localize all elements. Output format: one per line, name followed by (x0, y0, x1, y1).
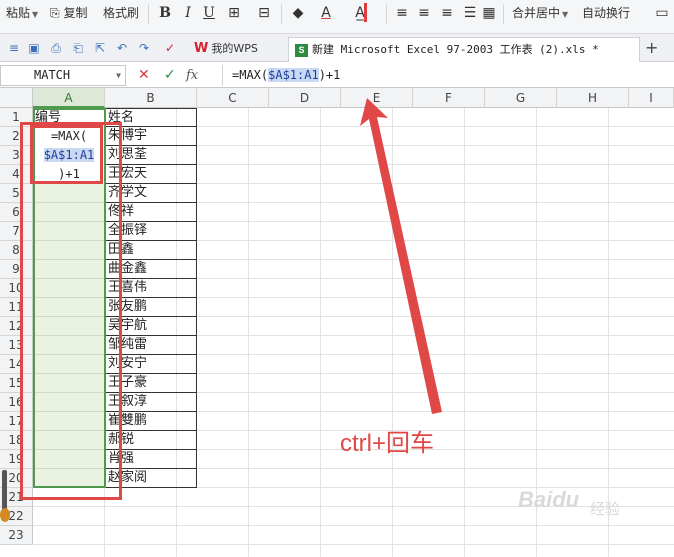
bold-button[interactable]: B (155, 3, 175, 23)
insert-function-button[interactable]: fx (186, 66, 198, 85)
align-bottom-icon[interactable]: ≡ (437, 3, 457, 23)
wrap-text-button[interactable]: 自动换行 (582, 0, 630, 26)
align-top-icon[interactable]: ≡ (392, 3, 412, 23)
copy-button[interactable]: ⎘ 复制 (50, 0, 87, 26)
select-all-corner[interactable] (0, 88, 33, 108)
print-icon[interactable]: ⎗ (70, 40, 86, 56)
print-preview-icon[interactable]: ⎙ (48, 40, 64, 56)
menu-icon[interactable]: ≡ (6, 40, 22, 56)
export-icon[interactable]: ⇱ (92, 40, 108, 56)
text-effect-icon[interactable]: A̲ (350, 3, 370, 23)
underline-button[interactable]: U (199, 3, 219, 23)
formula-input[interactable]: =MAX($A$1:A1)+1 (222, 65, 674, 86)
merge-grid-icon[interactable]: ⊟ (254, 3, 274, 23)
wps-logo-icon: W (194, 41, 209, 56)
chevron-down-icon[interactable]: ▼ (116, 66, 121, 85)
merge-center-button[interactable]: 合并居中 ▼ (512, 0, 568, 26)
paste-button[interactable]: 粘贴 ▼ (6, 0, 38, 26)
redo-icon[interactable]: ↷ (136, 40, 152, 56)
column-header-a[interactable]: A (33, 88, 105, 108)
column-header-i[interactable]: I (629, 88, 674, 108)
name-box[interactable]: MATCH ▼ (0, 65, 126, 86)
borders-icon[interactable]: ⊞ (224, 3, 244, 23)
font-color-button[interactable]: A (316, 3, 336, 23)
save-icon[interactable]: ▣ (26, 40, 42, 56)
watermark-text: 经验 (590, 501, 621, 518)
column-header-f[interactable]: F (413, 88, 485, 108)
column-header-b[interactable]: B (105, 88, 197, 108)
undo-icon[interactable]: ↶ (114, 40, 130, 56)
column-header-g[interactable]: G (485, 88, 557, 108)
format-painter-button[interactable]: 格式刷 (103, 0, 139, 26)
align-middle-icon[interactable]: ≡ (414, 3, 434, 23)
document-tab-bar: ≡ ▣ ⎙ ⎗ ⇱ ↶ ↷ ✓ W 我的WPS S 新建 Microsoft Exc… (0, 34, 674, 62)
column-header-e[interactable]: E (341, 88, 413, 108)
copy-icon: ⎘ (50, 6, 60, 20)
column-header-d[interactable]: D (269, 88, 341, 108)
more-ribbon-icon[interactable]: ▭ (652, 3, 672, 23)
annotation-text: ctrl+回车 (340, 430, 435, 457)
cancel-formula-button[interactable]: ✕ (138, 66, 150, 85)
italic-button[interactable]: I (178, 3, 198, 23)
formula-text-cursor (364, 3, 367, 22)
align-distribute-icon[interactable]: ☰ (460, 3, 480, 23)
column-header-h[interactable]: H (557, 88, 629, 108)
tab-my-wps[interactable]: W 我的WPS (188, 37, 286, 62)
scroll-indicator[interactable] (0, 470, 10, 522)
customize-quick-access-icon[interactable]: ✓ (162, 40, 178, 56)
formula-bar: MATCH ▼ ✕ ✓ fx =MAX($A$1:A1)+1 (0, 63, 674, 88)
new-tab-button[interactable]: + (645, 38, 658, 57)
ribbon-toolbar: 粘贴 ▼ ⎘ 复制 格式刷 B I U ⊞ ⊟ ◆ A A̲ ≡ ≡ ≡ ☰ ▦ … (0, 0, 674, 34)
row-header-23[interactable]: 23 (0, 526, 33, 545)
fill-color-icon[interactable]: ◆ (288, 3, 308, 23)
watermark-brand: Baidu (518, 487, 580, 512)
tab-workbook[interactable]: S 新建 Microsoft Excel 97-2003 工作表 (2).xls … (288, 37, 640, 62)
confirm-formula-button[interactable]: ✓ (164, 66, 176, 85)
spreadsheet-icon: S (295, 44, 308, 57)
align-justify-icon[interactable]: ▦ (479, 3, 499, 23)
annotation-box-editor (30, 125, 103, 184)
column-header-c[interactable]: C (197, 88, 269, 108)
